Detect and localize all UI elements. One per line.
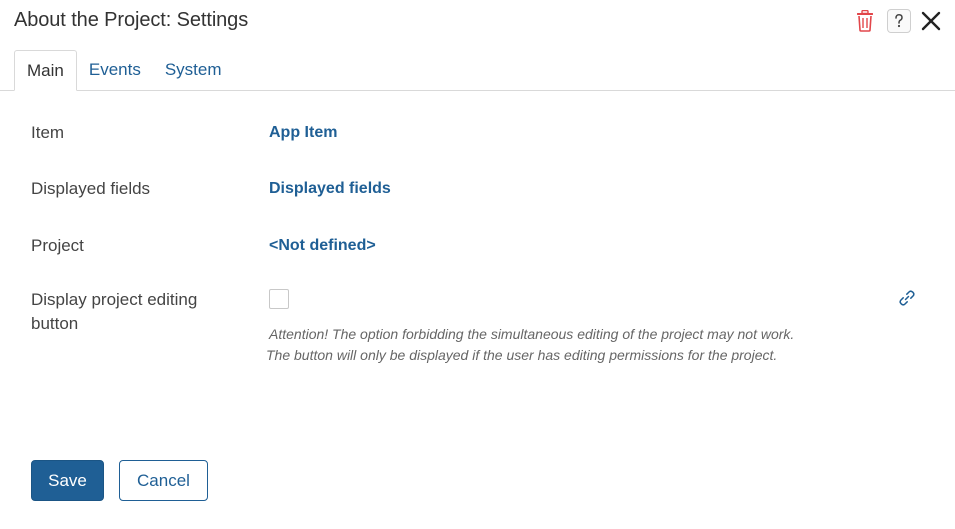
close-icon[interactable]	[919, 9, 943, 33]
save-button[interactable]: Save	[31, 460, 104, 501]
project-value-link[interactable]: <Not defined>	[269, 234, 376, 258]
link-icon[interactable]	[897, 288, 917, 308]
tab-events[interactable]: Events	[77, 50, 153, 91]
item-label: Item	[31, 123, 65, 142]
tab-main[interactable]: Main	[14, 50, 77, 91]
editing-button-label: Display project editing button	[31, 290, 198, 333]
cancel-button[interactable]: Cancel	[119, 460, 208, 501]
displayed-fields-label: Displayed fields	[31, 179, 151, 198]
help-icon[interactable]	[887, 9, 911, 33]
note-line-1: Attention! The option forbidding the sim…	[269, 326, 795, 342]
settings-dialog: About the Project: Settings Main Events …	[0, 0, 955, 529]
displayed-fields-link[interactable]: Displayed fields	[269, 177, 391, 201]
tab-system[interactable]: System	[153, 50, 234, 91]
project-label: Project	[31, 236, 84, 255]
editing-button-note: Attention! The option forbidding the sim…	[266, 324, 826, 366]
editing-button-row: Display project editing button Attention…	[31, 288, 921, 378]
dialog-title: About the Project: Settings	[14, 9, 249, 31]
item-value-link[interactable]: App Item	[269, 121, 337, 145]
trash-icon[interactable]	[855, 9, 875, 33]
editing-button-checkbox[interactable]	[269, 289, 289, 309]
header-actions	[855, 9, 943, 33]
note-line-2: The button will only be displayed if the…	[266, 347, 778, 363]
tab-bar: Main Events System	[14, 50, 234, 91]
